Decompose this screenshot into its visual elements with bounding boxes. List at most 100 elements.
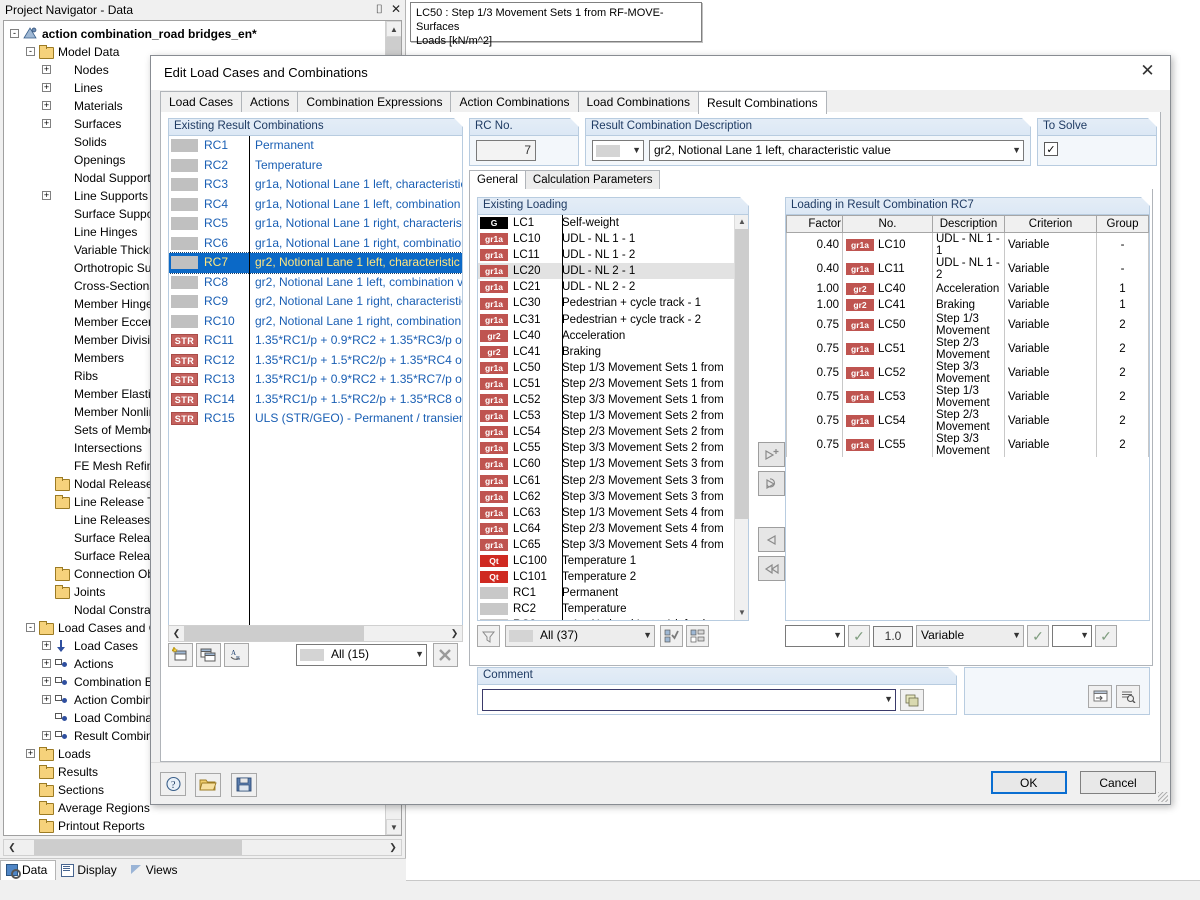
loading-list-item[interactable]: RC1 Permanent — [478, 585, 734, 601]
scroll-right-icon[interactable]: ❯ — [385, 842, 401, 853]
chevron-down-icon[interactable]: ▼ — [415, 649, 424, 659]
tree-expander-icon[interactable]: + — [42, 695, 51, 705]
rc-list-item[interactable]: RC8 gr2, Notional Lane 1 left, combinatio… — [169, 273, 462, 293]
loading-list-item[interactable]: gr1a LC55 Step 3/3 Movement Sets 2 from — [478, 440, 734, 456]
to-solve-checkbox[interactable]: ✓ — [1044, 142, 1058, 156]
chevron-down-icon[interactable]: ▼ — [1012, 630, 1021, 640]
table-row[interactable]: 1.00 gr2 LC40 Acceleration Variable 1 — [786, 281, 1149, 297]
tree-expander-icon[interactable]: + — [42, 119, 51, 129]
rc-list-item[interactable]: STR RC13 1.35*RC1/p + 0.9*RC2 + 1.35*RC7/p… — [169, 370, 462, 390]
chevron-down-icon[interactable]: ▼ — [833, 630, 842, 640]
export-button[interactable] — [1088, 685, 1112, 708]
confirm-lc-button[interactable]: ✓ — [848, 625, 870, 647]
loading-list-item[interactable]: gr1a LC52 Step 3/3 Movement Sets 1 from — [478, 392, 734, 408]
tab-load-cases[interactable]: Load Cases — [160, 91, 243, 112]
scroll-up-icon[interactable]: ▲ — [735, 215, 749, 229]
rc-list-hscrollbar[interactable]: ❮ ❯ — [168, 625, 463, 642]
loading-list-item[interactable]: gr1a LC50 Step 1/3 Movement Sets 1 from — [478, 360, 734, 376]
column-header[interactable]: Factor — [786, 215, 843, 233]
rc-list-item[interactable]: RC3 gr1a, Notional Lane 1 left, character… — [169, 175, 462, 195]
table-row[interactable]: 0.75 gr1a LC55 Step 3/3 Movement Variable 2 — [786, 433, 1149, 457]
scroll-down-icon[interactable]: ▼ — [386, 819, 401, 835]
resize-grip[interactable] — [1156, 790, 1168, 802]
edit-lc-combo[interactable]: ▼ — [785, 625, 845, 647]
tree-item-printout-reports[interactable]: Printout Reports — [4, 816, 385, 834]
close-icon[interactable]: ✕ — [391, 2, 401, 16]
comment-picker-button[interactable] — [900, 689, 924, 711]
loading-list-item[interactable]: RC3 gr1a, Notional Lane 1 left, charac — [478, 617, 734, 620]
ok-button[interactable]: OK — [990, 771, 1067, 794]
tree-expander-icon[interactable]: - — [26, 623, 35, 633]
loading-list-item[interactable]: gr1a LC10 UDL - NL 1 - 1 — [478, 231, 734, 247]
loading-table-container[interactable]: Factor No. Description Criterion Group 0.40 gr… — [785, 214, 1150, 621]
column-header[interactable]: Description — [932, 215, 1005, 233]
rc-list-item[interactable]: RC4 gr1a, Notional Lane 1 left, combinati… — [169, 195, 462, 215]
table-row[interactable]: 0.75 gr1a LC50 Step 1/3 Movement Variable 2 — [786, 313, 1149, 337]
add-all-loading-button[interactable] — [758, 471, 785, 496]
select-all-button[interactable] — [660, 625, 683, 647]
rc-list-item[interactable]: RC9 gr2, Notional Lane 1 right, character… — [169, 292, 462, 312]
loading-list-item[interactable]: gr1a LC60 Step 1/3 Movement Sets 3 from — [478, 456, 734, 472]
column-header[interactable]: Criterion — [1004, 215, 1097, 233]
loading-list-item[interactable]: Qt LC101 Temperature 2 — [478, 569, 734, 585]
new-rc-button[interactable] — [168, 643, 193, 667]
chevron-down-icon[interactable]: ▼ — [1012, 145, 1021, 155]
loading-list-item[interactable]: Qt LC100 Temperature 1 — [478, 553, 734, 569]
rc-list-item[interactable]: RC1 Permanent — [169, 136, 462, 156]
loading-list-item[interactable]: gr1a LC30 Pedestrian + cycle track - 1 — [478, 295, 734, 311]
loading-list-item[interactable]: gr1a LC65 Step 3/3 Movement Sets 4 from — [478, 537, 734, 553]
table-row[interactable]: 0.40 gr1a LC11 UDL - NL 1 - 2 Variable - — [786, 257, 1149, 281]
tree-item-guide-objects[interactable]: +Guide Objects — [4, 834, 385, 835]
column-header[interactable]: Group — [1096, 215, 1149, 233]
loading-list-item[interactable]: gr1a LC53 Step 1/3 Movement Sets 2 from — [478, 408, 734, 424]
rc-list-item[interactable]: STR RC15 ULS (STR/GEO) - Permanent / trans… — [169, 409, 462, 429]
tree-expander-icon[interactable]: + — [42, 677, 51, 687]
loading-list-vscrollbar[interactable]: ▲ ▼ — [734, 215, 749, 620]
loading-list-item[interactable]: gr1a LC11 UDL - NL 1 - 2 — [478, 247, 734, 263]
table-row[interactable]: 0.75 gr1a LC53 Step 1/3 Movement Variable 2 — [786, 385, 1149, 409]
remove-all-loading-button[interactable] — [758, 556, 785, 581]
save-button[interactable] — [230, 772, 257, 797]
scroll-down-icon[interactable]: ▼ — [735, 606, 749, 620]
loading-list-item[interactable]: gr1a LC20 UDL - NL 2 - 1 — [478, 263, 734, 280]
scroll-up-icon[interactable]: ▲ — [386, 21, 401, 37]
loading-list-item[interactable]: gr2 LC41 Braking — [478, 344, 734, 360]
close-icon[interactable]: ✕ — [1125, 56, 1170, 86]
existing-rc-list[interactable]: RC1 Permanent RC2 Temperature RC3 gr1a, Notio… — [169, 136, 462, 625]
comment-input[interactable]: ▼ — [482, 689, 896, 711]
edit-criterion-combo[interactable]: Variable ▼ — [916, 625, 1024, 647]
column-header[interactable]: No. — [842, 215, 933, 233]
loading-list-item[interactable]: gr1a LC64 Step 2/3 Movement Sets 4 from — [478, 521, 734, 537]
existing-rc-listbox[interactable]: RC1 Permanent RC2 Temperature RC3 gr1a, Notio… — [168, 135, 463, 626]
group-select-button[interactable] — [686, 625, 709, 647]
rc-list-item[interactable]: RC7 gr2, Notional Lane 1 left, characteri… — [169, 252, 462, 274]
table-row[interactable]: 0.40 gr1a LC10 UDL - NL 1 - 1 Variable - — [786, 232, 1149, 257]
cancel-button[interactable]: Cancel — [1080, 771, 1156, 794]
rc-list-item[interactable]: STR RC11 1.35*RC1/p + 0.9*RC2 + 1.35*RC3/p… — [169, 331, 462, 351]
rc-list-item[interactable]: STR RC12 1.35*RC1/p + 1.5*RC2/p + 1.35*RC4… — [169, 351, 462, 371]
tab-load-combinations[interactable]: Load Combinations — [577, 91, 699, 112]
table-row[interactable]: 0.75 gr1a LC51 Step 2/3 Movement Variable 2 — [786, 337, 1149, 361]
loading-list-item[interactable]: gr1a LC54 Step 2/3 Movement Sets 2 from — [478, 424, 734, 440]
chevron-down-icon[interactable]: ▼ — [1080, 630, 1089, 640]
tree-expander-icon[interactable]: + — [26, 749, 35, 759]
loading-list-item[interactable]: gr1a LC51 Step 2/3 Movement Sets 1 from — [478, 376, 734, 392]
tree-expander-icon[interactable]: + — [42, 731, 51, 741]
tree-expander-icon[interactable]: + — [42, 659, 51, 669]
loading-list-item[interactable]: gr1a LC21 UDL - NL 2 - 2 — [478, 279, 734, 295]
existing-loading-list[interactable]: G LC1 Self-weight gr1a LC10 UDL - NL 1 - 1 gr1… — [478, 215, 734, 620]
existing-loading-listbox[interactable]: G LC1 Self-weight gr1a LC10 UDL - NL 1 - 1 gr1… — [477, 214, 749, 621]
rc-filter-combo[interactable]: All (15) ▼ — [296, 644, 427, 666]
table-row[interactable]: 0.75 gr1a LC52 Step 3/3 Movement Variable 2 — [786, 361, 1149, 385]
scroll-left-icon[interactable]: ❮ — [169, 628, 184, 639]
edit-group-combo[interactable]: ▼ — [1052, 625, 1092, 647]
tab-action-combinations[interactable]: Action Combinations — [450, 91, 579, 112]
table-row[interactable]: 1.00 gr2 LC41 Braking Variable 1 — [786, 297, 1149, 313]
loading-list-item[interactable]: gr1a LC61 Step 2/3 Movement Sets 3 from — [478, 473, 734, 489]
loading-list-item[interactable]: gr1a LC63 Step 1/3 Movement Sets 4 from — [478, 505, 734, 521]
open-button[interactable] — [195, 772, 222, 797]
tree-expander-icon[interactable]: + — [42, 191, 51, 201]
rc-list-item[interactable]: RC2 Temperature — [169, 156, 462, 176]
remove-loading-button[interactable] — [758, 527, 785, 552]
rc-list-item[interactable]: RC6 gr1a, Notional Lane 1 right, combinat… — [169, 234, 462, 254]
